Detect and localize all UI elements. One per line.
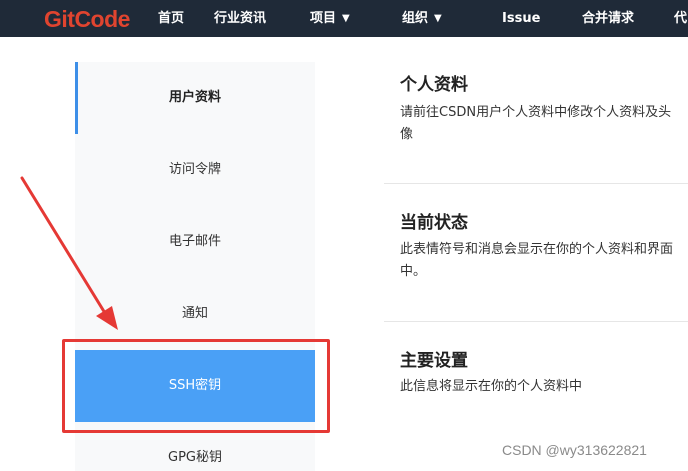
nav-projects-label: 项目	[310, 11, 337, 26]
section-description: 请前往CSDN用户个人资料中修改个人资料及头像	[400, 105, 672, 142]
section-title: 个人资料	[400, 75, 468, 95]
section-description: 此表情符号和消息会显示在你的个人资料和界面中。	[400, 242, 674, 279]
section-title: 当前状态	[400, 213, 468, 233]
section-main-settings: 主要设置 此信息将显示在你的个人资料中	[384, 338, 688, 418]
watermark: CSDN @wy313622821	[502, 442, 647, 458]
nav-issue[interactable]: Issue	[502, 0, 540, 37]
active-indicator	[75, 62, 78, 134]
sidebar-item-profile[interactable]: 用户资料	[75, 62, 315, 134]
section-title: 主要设置	[400, 351, 468, 371]
annotation-arrow-icon	[20, 176, 118, 330]
divider	[384, 183, 688, 184]
chevron-down-icon: ▼	[342, 13, 350, 24]
divider	[384, 321, 688, 322]
chevron-down-icon: ▼	[434, 13, 442, 24]
top-navigation-bar: GitCode 首页 行业资讯 项目 ▼ 组织 ▼ Issue 合并请求 代	[0, 0, 688, 37]
section-status: 当前状态 此表情符号和消息会显示在你的个人资料和界面中。	[384, 200, 688, 320]
nav-industry-news[interactable]: 行业资讯	[214, 0, 266, 37]
section-description: 此信息将显示在你的个人资料中	[400, 379, 583, 394]
gitcode-logo[interactable]: GitCode	[44, 5, 130, 33]
nav-organizations-label: 组织	[402, 11, 429, 26]
nav-organizations[interactable]: 组织 ▼	[402, 0, 442, 37]
section-profile: 个人资料 请前往CSDN用户个人资料中修改个人资料及头像	[384, 62, 688, 182]
nav-code-truncated[interactable]: 代	[674, 0, 687, 37]
highlight-box	[62, 339, 330, 433]
nav-home[interactable]: 首页	[158, 0, 184, 37]
nav-projects[interactable]: 项目 ▼	[310, 0, 350, 37]
nav-merge-requests[interactable]: 合并请求	[582, 0, 634, 37]
